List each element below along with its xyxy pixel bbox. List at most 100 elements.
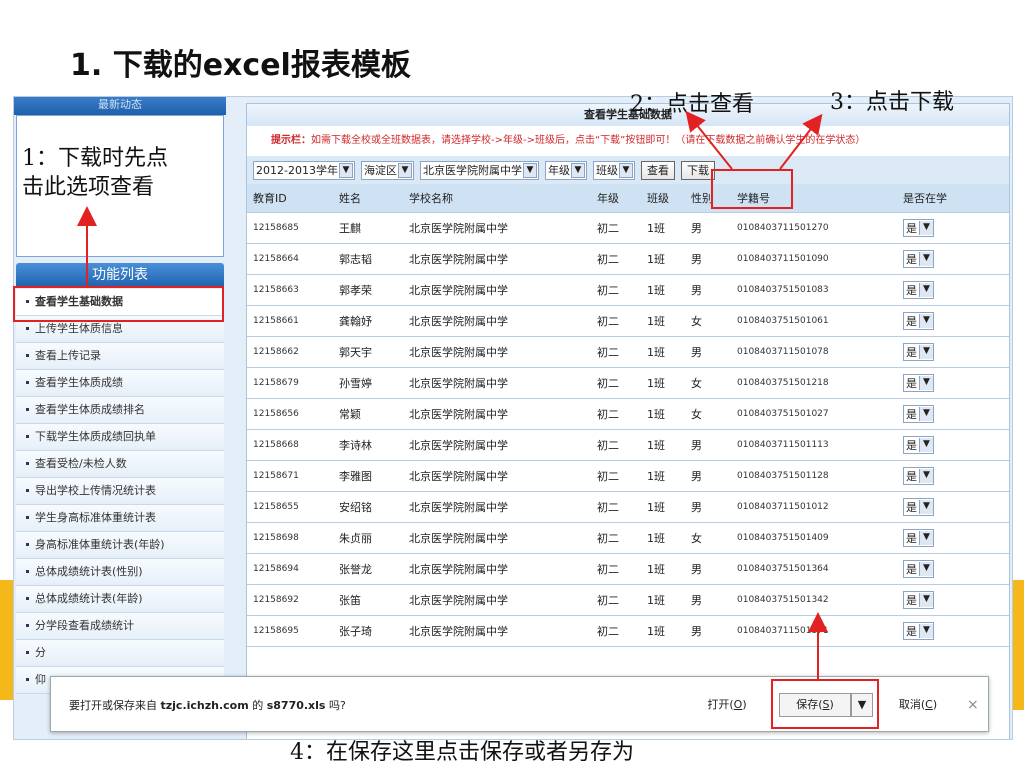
table-cell: 0108403751501128 <box>731 460 897 492</box>
download-button[interactable]: 下载 <box>680 160 715 180</box>
sidebar-item-label: 学生身高标准体重统计表 <box>35 511 156 524</box>
enrollment-select-value: 是 <box>906 252 917 266</box>
sidebar-item[interactable]: 查看学生基础数据 <box>16 289 224 316</box>
save-button[interactable]: 保存(S) <box>779 693 851 717</box>
enrollment-select[interactable]: 是 ▼ <box>903 218 934 237</box>
table-cell: 12158662 <box>247 336 333 368</box>
enrollment-select[interactable]: 是 ▼ <box>903 280 934 299</box>
table-cell: 北京医学院附属中学 <box>403 336 591 368</box>
enrollment-select[interactable]: 是 ▼ <box>903 621 934 640</box>
table-cell: 李雅图 <box>333 460 403 492</box>
table-cell: 北京医学院附属中学 <box>403 367 591 399</box>
enrollment-select[interactable]: 是 ▼ <box>903 559 934 578</box>
column-header: 学校名称 <box>403 184 591 213</box>
enrollment-select-value: 是 <box>906 500 917 514</box>
save-options-dropdown[interactable]: ▼ <box>851 693 873 717</box>
chevron-down-icon: ▼ <box>919 344 933 359</box>
sidebar-item[interactable]: 查看受检/未检人数 <box>16 451 224 478</box>
district-select[interactable]: 海淀区 ▼ <box>360 160 414 180</box>
bullet-icon <box>26 488 29 492</box>
sidebar-item[interactable]: 分学段查看成绩统计 <box>16 613 224 640</box>
cancel-key: C <box>925 698 933 711</box>
enrollment-select[interactable]: 是 ▼ <box>903 342 934 361</box>
district-select-value: 海淀区 <box>363 164 397 177</box>
column-header: 教育ID <box>247 184 333 213</box>
table-row: 12158692 张笛 北京医学院附属中学 初二 1班男 0108403751501342… <box>247 584 1009 616</box>
sidebar-item[interactable]: 查看学生体质成绩 <box>16 370 224 397</box>
enrollment-select[interactable]: 是 ▼ <box>903 404 934 423</box>
table-cell: 张誉龙 <box>333 553 403 585</box>
grade-select-value: 年级 <box>547 164 570 177</box>
bullet-icon <box>26 542 29 546</box>
sidebar-item[interactable]: 学生身高标准体重统计表 <box>16 505 224 532</box>
table-row: 12158662 郭天宇 北京医学院附属中学 初二 1班男 010840371150107… <box>247 336 1009 368</box>
sidebar-item[interactable]: 查看上传记录 <box>16 343 224 370</box>
class-select-value: 班级 <box>595 164 618 177</box>
slide-decoration-right <box>1012 580 1024 710</box>
table-cell: 北京医学院附属中学 <box>403 553 591 585</box>
enrollment-select[interactable]: 是 ▼ <box>903 528 934 547</box>
bullet-icon <box>26 353 29 357</box>
enrollment-select[interactable]: 是 ▼ <box>903 466 934 485</box>
sidebar-item[interactable]: 查看学生体质成绩排名 <box>16 397 224 424</box>
column-header: 是否在学 <box>897 184 1009 213</box>
open-button[interactable]: 打开(O) <box>697 693 757 717</box>
table-cell: 0108403751501409 <box>731 522 897 554</box>
table-cell: 12158664 <box>247 243 333 275</box>
chevron-down-icon: ▼ <box>857 698 867 711</box>
cancel-button[interactable]: 取消(C) <box>883 693 953 717</box>
sidebar-item[interactable]: 身高标准体重统计表(年龄) <box>16 532 224 559</box>
close-icon[interactable]: × <box>967 697 979 713</box>
table-cell: 是 ▼ <box>897 305 1009 337</box>
sidebar-item-label: 总体成绩统计表(年龄) <box>35 592 143 605</box>
table-cell: 是 ▼ <box>897 491 1009 523</box>
table-cell: 是 ▼ <box>897 336 1009 368</box>
enrollment-select[interactable]: 是 ▼ <box>903 249 934 268</box>
enrollment-select-value: 是 <box>906 283 917 297</box>
class-select[interactable]: 班级 ▼ <box>592 160 635 180</box>
table-cell: 12158671 <box>247 460 333 492</box>
enrollment-select[interactable]: 是 ▼ <box>903 311 934 330</box>
sidebar-item[interactable]: 下载学生体质成绩回执单 <box>16 424 224 451</box>
bullet-icon <box>26 515 29 519</box>
sidebar-item[interactable]: 分 <box>16 640 224 667</box>
year-select-value: 2012-2013学年 <box>256 164 338 177</box>
enrollment-select-value: 是 <box>906 221 917 235</box>
chevron-down-icon: ▼ <box>522 162 537 178</box>
grade-select[interactable]: 年级 ▼ <box>544 160 587 180</box>
table-cell: 1班 <box>641 212 685 244</box>
table-cell: 0108403711501270 <box>731 212 897 244</box>
sidebar-item[interactable]: 总体成绩统计表(性别) <box>16 559 224 586</box>
column-header: 性别 <box>685 184 731 213</box>
sidebar-item[interactable]: 导出学校上传情况统计表 <box>16 478 224 505</box>
bullet-icon <box>26 434 29 438</box>
enrollment-select[interactable]: 是 ▼ <box>903 373 934 392</box>
table-cell: 龚翰妤 <box>333 305 403 337</box>
school-select[interactable]: 北京医学院附属中学 ▼ <box>419 160 539 180</box>
table-cell: 男 <box>685 460 731 492</box>
view-button[interactable]: 查看 <box>640 160 675 180</box>
bullet-icon <box>26 677 29 681</box>
enrollment-select[interactable]: 是 ▼ <box>903 590 934 609</box>
table-cell: 12158655 <box>247 491 333 523</box>
table-cell: 是 ▼ <box>897 553 1009 585</box>
sidebar-item[interactable]: 总体成绩统计表(年龄) <box>16 586 224 613</box>
chevron-down-icon: ▼ <box>919 375 933 390</box>
chevron-down-icon: ▼ <box>919 530 933 545</box>
sidebar-item[interactable]: 上传学生体质信息 <box>16 316 224 343</box>
table-cell: 男 <box>685 243 731 275</box>
bullet-icon <box>26 461 29 465</box>
table-cell: 1班 <box>641 305 685 337</box>
table-cell: 12158679 <box>247 367 333 399</box>
bullet-icon <box>26 380 29 384</box>
table-cell: 初二 <box>591 522 641 554</box>
table-cell: 男 <box>685 491 731 523</box>
table-cell: 北京医学院附属中学 <box>403 274 591 306</box>
enrollment-select[interactable]: 是 ▼ <box>903 435 934 454</box>
table-cell: 0108403751501364 <box>731 553 897 585</box>
enrollment-select[interactable]: 是 ▼ <box>903 497 934 516</box>
year-select[interactable]: 2012-2013学年 ▼ <box>253 160 355 180</box>
chevron-down-icon: ▼ <box>919 437 933 452</box>
table-cell: 初二 <box>591 615 641 647</box>
annotation-4: 4：在保存这里点击保存或者另存为 <box>290 740 634 765</box>
